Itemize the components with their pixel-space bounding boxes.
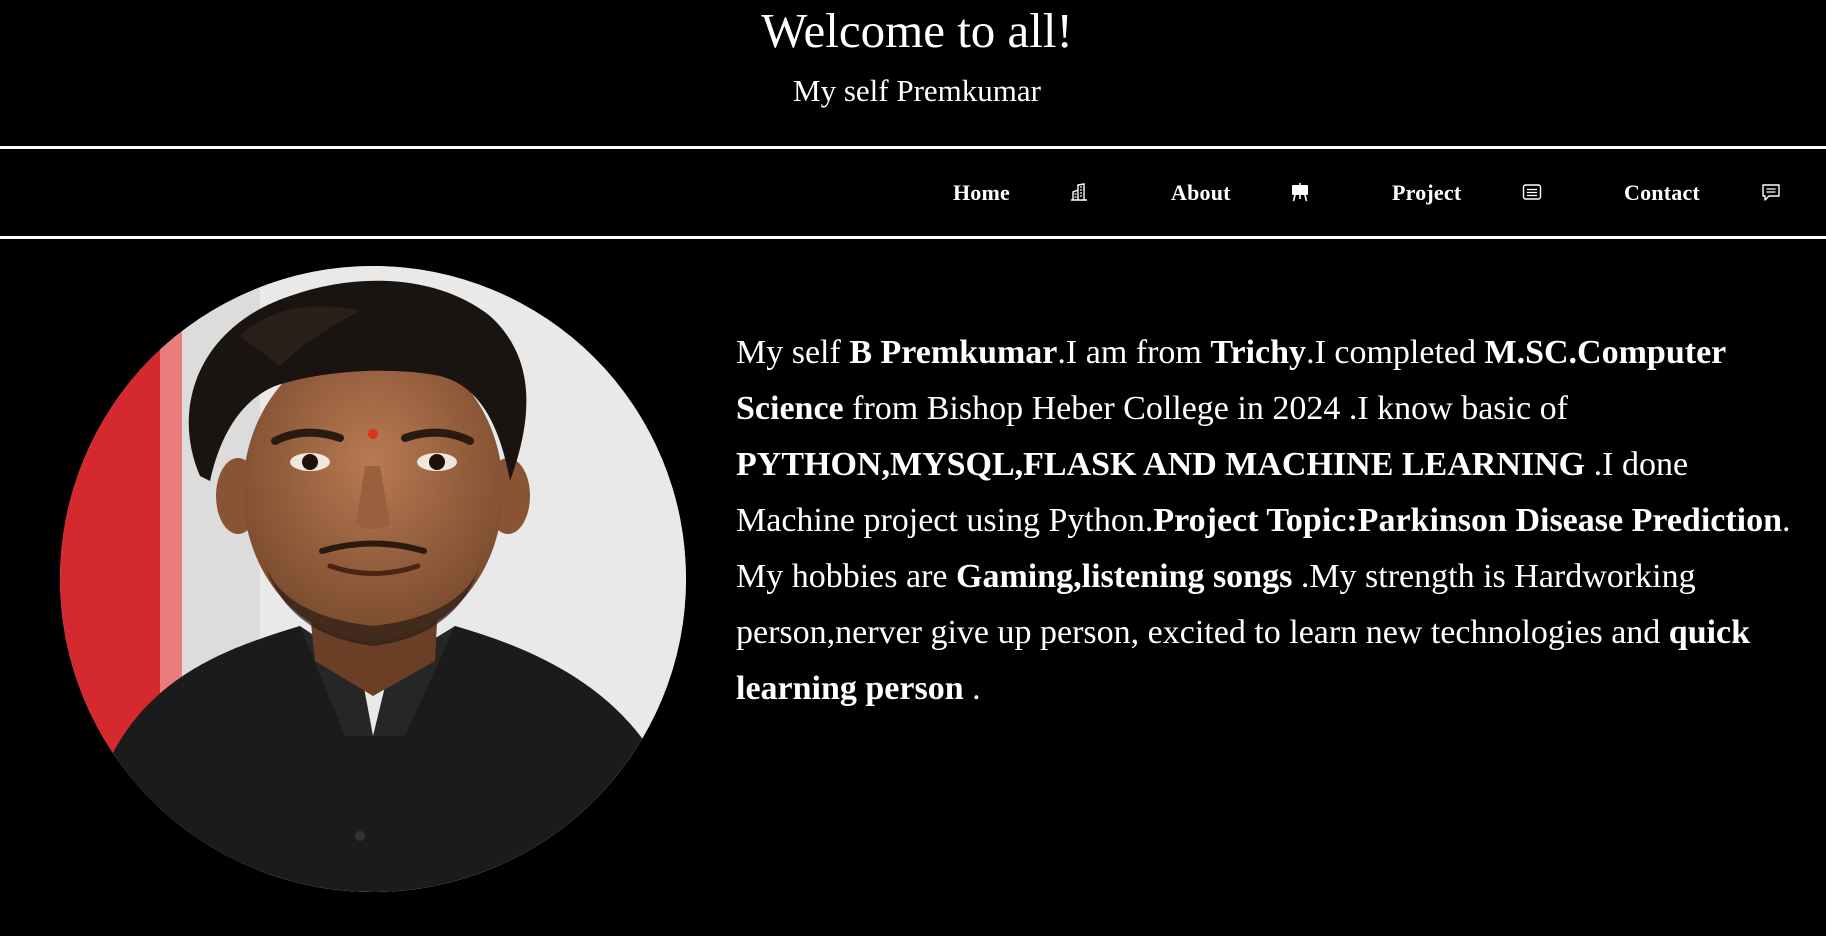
bio-text-segment: .I am from [1057, 334, 1211, 371]
bio-paragraph-hobbies: My hobbies are Gaming,listening songs .M… [736, 549, 1800, 717]
main-nav: Home About Project Contact [0, 149, 1826, 236]
list-icon[interactable] [1522, 182, 1542, 202]
nav-divider [0, 236, 1826, 239]
profile-photo [60, 266, 686, 892]
page: Welcome to all! My self Premkumar Home A… [0, 0, 1826, 936]
nav-contact-label: Contact [1624, 179, 1700, 205]
bio-hometown: Trichy [1210, 334, 1307, 371]
bio-text: My self B Premkumar.I am from Trichy.I c… [736, 325, 1800, 717]
bio-project-topic: Project Topic:Parkinson Disease Predicti… [1153, 502, 1783, 539]
easel-icon[interactable] [1290, 182, 1310, 202]
nav-contact-link[interactable]: Contact [1624, 149, 1700, 236]
bio-text-segment: My hobbies are [736, 558, 957, 595]
nav-home-link[interactable]: Home [953, 149, 1010, 236]
bio-text-segment: .I completed [1306, 334, 1485, 371]
page-subtitle: My self Premkumar [793, 73, 1041, 108]
chat-icon[interactable] [1761, 182, 1781, 202]
bio-text-segment: from Bishop Heber College in 2024 .I kno… [843, 390, 1568, 427]
bio-hobbies: Gaming,listening songs [956, 558, 1293, 595]
nav-about-label: About [1171, 179, 1231, 205]
bio-name: B Premkumar [849, 334, 1058, 371]
nav-project-label: Project [1392, 179, 1462, 205]
nav-home-label: Home [953, 179, 1011, 205]
site-header: Welcome to all! My self Premkumar [0, 0, 1826, 147]
bio-paragraph-education: My self B Premkumar.I am from Trichy.I c… [736, 325, 1800, 549]
bio-text-segment: . [1782, 502, 1791, 539]
bio-text-segment: My self [736, 334, 850, 371]
building-icon[interactable] [1069, 182, 1089, 202]
bio-text-segment: . [963, 670, 981, 707]
nav-project-link[interactable]: Project [1392, 149, 1461, 236]
nav-about-link[interactable]: About [1171, 149, 1231, 236]
bio-skills: PYTHON,MYSQL,FLASK AND MACHINE LEARNING [736, 446, 1586, 483]
page-title: Welcome to all! [761, 3, 1073, 58]
